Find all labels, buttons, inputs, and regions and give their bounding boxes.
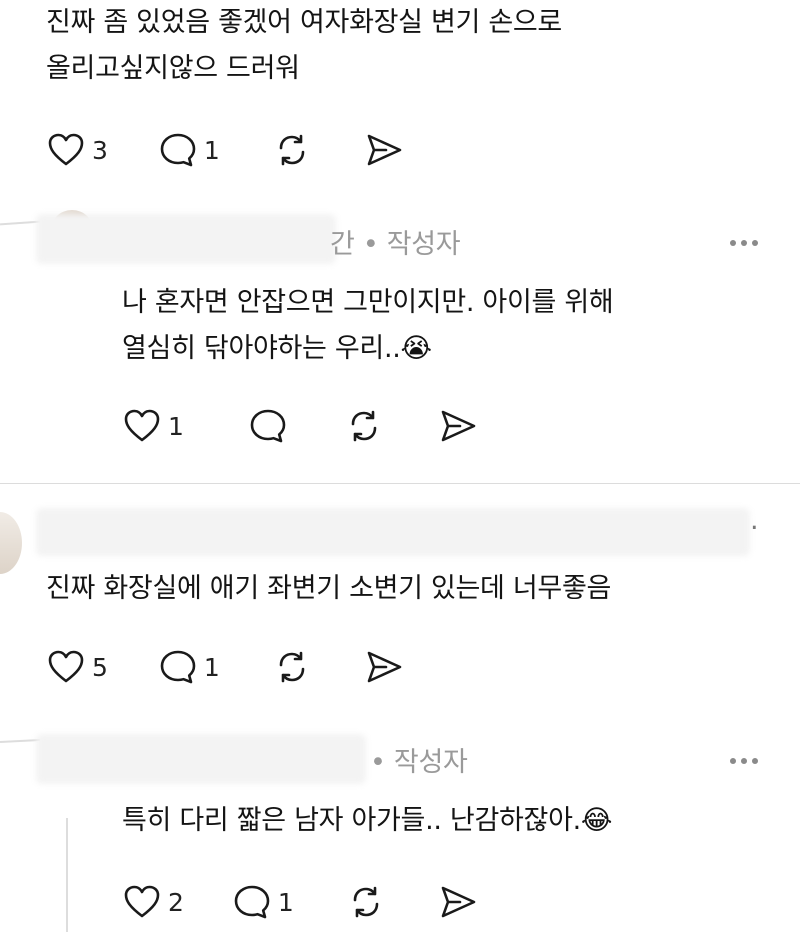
- comment-meta: • 작성자: [370, 747, 468, 778]
- like-count: 2: [168, 887, 184, 917]
- comment-text-line: 올리고싶지않으 드러워: [46, 53, 300, 84]
- repost-button[interactable]: [272, 647, 312, 687]
- comment-meta: .: [750, 505, 759, 536]
- like-count: 1: [168, 411, 184, 441]
- heart-icon: [124, 885, 160, 918]
- repost-icon: [279, 134, 305, 166]
- more-options-button[interactable]: [730, 758, 758, 764]
- share-button[interactable]: [438, 406, 478, 446]
- comment-text: 진짜 좀 있었음 좋겠어 여자화장실 변기 손으로 올리고싶지않으 드러워: [46, 0, 562, 92]
- reply-button[interactable]: 1: [158, 130, 220, 170]
- speech-bubble-icon: [250, 409, 286, 443]
- comment-text-line: 진짜 화장실에 애기 좌변기 소변기 있는데 너무좋음: [46, 573, 612, 604]
- reply-count: 1: [277, 887, 294, 917]
- username-redacted: [36, 214, 336, 264]
- reply-button[interactable]: 1: [232, 882, 294, 922]
- send-icon: [441, 886, 476, 918]
- reply-count: 1: [203, 652, 220, 682]
- repost-icon: [351, 410, 377, 442]
- speech-bubble-icon: [160, 650, 196, 684]
- comment-text-line: 진짜 좀 있었음 좋겠어 여자화장실 변기 손으로: [46, 7, 562, 38]
- comment-text-line: 열심히 닦아야하는 우리..😭: [122, 333, 432, 364]
- repost-icon: [279, 651, 305, 683]
- send-icon: [367, 134, 402, 166]
- comment-text: 진짜 화장실에 애기 좌변기 소변기 있는데 너무좋음: [46, 566, 611, 612]
- like-button[interactable]: 3: [46, 130, 108, 170]
- heart-icon: [48, 650, 84, 683]
- more-options-button[interactable]: [730, 240, 758, 246]
- like-count: 3: [92, 135, 108, 165]
- repost-icon: [353, 886, 379, 918]
- comment-actions: 2 1: [122, 880, 478, 924]
- avatar: [0, 512, 22, 574]
- comment-meta: 간 • 작성자: [330, 229, 461, 260]
- comment-actions: 1: [122, 404, 478, 448]
- divider: [0, 483, 800, 484]
- repost-button[interactable]: [344, 406, 384, 446]
- like-button[interactable]: 2: [122, 882, 184, 922]
- repost-button[interactable]: [346, 882, 386, 922]
- comment-text: 특히 다리 짧은 남자 아가들.. 난감하잖아.😂: [122, 798, 612, 844]
- heart-icon: [124, 409, 160, 442]
- repost-button[interactable]: [272, 130, 312, 170]
- like-button[interactable]: 5: [46, 647, 108, 687]
- like-button[interactable]: 1: [122, 406, 184, 446]
- share-button[interactable]: [438, 882, 478, 922]
- thread-connector: [0, 738, 41, 744]
- comment-text-line: 나 혼자면 안잡으면 그만이지만. 아이를 위해: [122, 287, 614, 318]
- reply-button[interactable]: 1: [158, 647, 220, 687]
- send-icon: [367, 651, 402, 683]
- username-redacted: [36, 734, 366, 784]
- reply-count: 1: [203, 135, 220, 165]
- thread-line: [66, 818, 68, 932]
- share-button[interactable]: [364, 130, 404, 170]
- like-count: 5: [92, 652, 108, 682]
- speech-bubble-icon: [234, 885, 270, 919]
- reply-button[interactable]: [248, 406, 294, 446]
- comment-text: 나 혼자면 안잡으면 그만이지만. 아이를 위해 열심히 닦아야하는 우리..😭: [122, 280, 614, 372]
- speech-bubble-icon: [160, 133, 196, 167]
- share-button[interactable]: [364, 647, 404, 687]
- comment-text-line: 특히 다리 짧은 남자 아가들.. 난감하잖아.😂: [122, 805, 613, 836]
- comment-actions: 5 1: [46, 645, 404, 689]
- thread-connector: [0, 220, 41, 226]
- comment-actions: 3 1: [46, 128, 404, 172]
- username-redacted: [36, 508, 750, 556]
- send-icon: [441, 410, 476, 442]
- heart-icon: [48, 133, 84, 166]
